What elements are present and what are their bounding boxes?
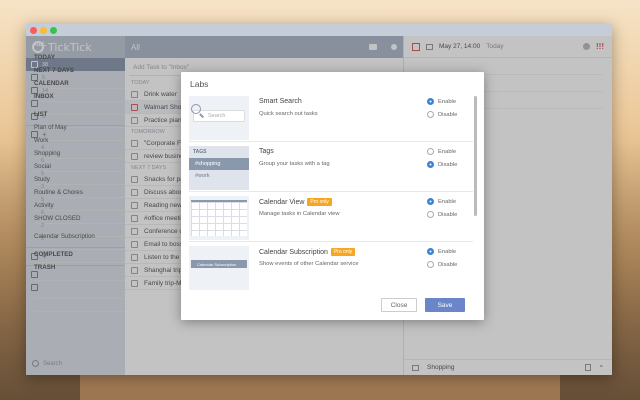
enable-radio[interactable] <box>427 198 434 205</box>
feature-description: Group your tasks with a tag <box>259 161 330 167</box>
feature-title: Calendar View Pro only <box>259 198 332 206</box>
enable-option[interactable]: Enable <box>427 98 456 105</box>
labs-feature-list: Search Smart Search Quick search out tasks… <box>181 94 473 290</box>
disable-label: Disable <box>438 261 458 268</box>
feature-title: Calendar Subscription Pro only <box>259 248 356 256</box>
disable-label: Disable <box>438 161 458 168</box>
close-button[interactable]: Close <box>381 298 417 312</box>
save-button[interactable]: Save <box>425 298 465 312</box>
thumbnail-subscription-bar: Calendar Subscription <box>191 260 247 268</box>
disable-option[interactable]: Disable <box>427 161 457 168</box>
feature-description: Show events of other Calendar service <box>259 261 359 267</box>
disable-label: Disable <box>438 211 458 218</box>
enable-radio[interactable] <box>427 98 434 105</box>
thumbnail-tag: #work <box>195 173 210 179</box>
enable-label: Enable <box>438 198 457 205</box>
scrollbar[interactable] <box>474 96 477 216</box>
dialog-title: Labs <box>190 79 209 89</box>
enable-option[interactable]: Enable <box>427 148 456 155</box>
close-window-button[interactable] <box>30 27 37 34</box>
feature-title: Smart Search <box>259 98 302 105</box>
enable-label: Enable <box>438 148 457 155</box>
lab-feature-calendar-view: Calendar View Pro only Manage tasks in Cal… <box>189 194 473 242</box>
thumbnail-calendar-grid <box>191 200 247 236</box>
title-bar <box>26 24 612 36</box>
enable-label: Enable <box>438 98 457 105</box>
pro-only-badge: Pro only <box>307 198 332 206</box>
disable-label: Disable <box>438 111 458 118</box>
disable-radio[interactable] <box>427 211 434 218</box>
thumbnail-tags: TAGS #shopping #work <box>189 146 249 190</box>
feature-name: Tags <box>259 148 274 155</box>
feature-name: Smart Search <box>259 98 302 105</box>
zoom-window-button[interactable] <box>50 27 57 34</box>
disable-radio[interactable] <box>427 161 434 168</box>
magnifier-icon <box>191 104 201 114</box>
feature-thumbnail: Search <box>189 96 249 140</box>
enable-radio[interactable] <box>427 248 434 255</box>
thumbnail-tags-header: TAGS <box>193 149 207 155</box>
enable-radio[interactable] <box>427 148 434 155</box>
disable-option[interactable]: Disable <box>427 111 457 118</box>
disable-option[interactable]: Disable <box>427 261 457 268</box>
lab-feature-calendar-subscription: Calendar Subscription Calendar Subscripti… <box>189 244 473 290</box>
disable-option[interactable]: Disable <box>427 211 457 218</box>
lab-feature-tags: TAGS #shopping #work Tags Group your tasks w… <box>189 144 473 192</box>
labs-dialog: Labs Search Smart Search Quick search out … <box>181 72 484 320</box>
feature-description: Manage tasks in Calendar view <box>259 211 340 217</box>
enable-option[interactable]: Enable <box>427 248 456 255</box>
feature-name: Calendar View <box>259 198 305 206</box>
feature-thumbnail: TAGS #shopping #work <box>189 146 249 190</box>
disable-radio[interactable] <box>427 261 434 268</box>
feature-thumbnail: Calendar Subscription <box>189 246 249 290</box>
disable-radio[interactable] <box>427 111 434 118</box>
feature-title: Tags <box>259 148 274 155</box>
feature-description: Quick search out tasks <box>259 111 318 117</box>
minimize-window-button[interactable] <box>40 27 47 34</box>
feature-name: Calendar Subscription <box>259 248 328 256</box>
thumbnail-tag: #shopping <box>189 158 249 170</box>
feature-thumbnail <box>189 196 249 240</box>
pro-only-badge: Pro only <box>330 248 356 256</box>
enable-option[interactable]: Enable <box>427 198 456 205</box>
enable-label: Enable <box>438 248 457 255</box>
lab-feature-smart-search: Search Smart Search Quick search out tasks… <box>189 94 473 142</box>
